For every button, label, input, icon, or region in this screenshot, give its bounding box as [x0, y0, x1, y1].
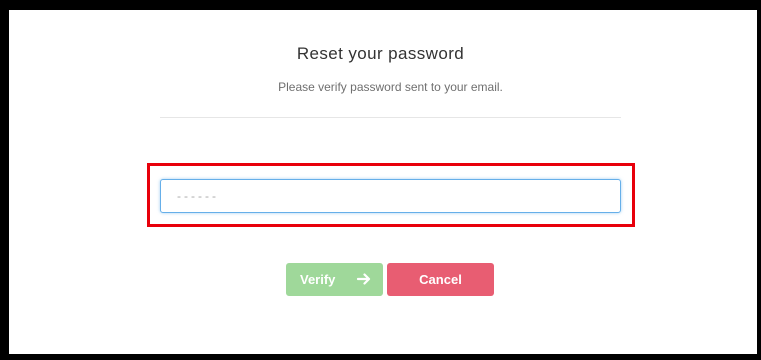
page-title: Reset your password	[296, 44, 465, 63]
verify-button[interactable]: Verify	[286, 263, 383, 296]
cancel-button[interactable]: Cancel	[387, 263, 494, 296]
arrow-right-icon	[357, 273, 371, 285]
divider	[160, 117, 621, 118]
cancel-button-label: Cancel	[419, 272, 462, 287]
page-subtitle: Please verify password sent to your emai…	[278, 80, 503, 94]
verify-button-label: Verify	[300, 272, 336, 287]
verification-code-input[interactable]	[160, 179, 621, 213]
